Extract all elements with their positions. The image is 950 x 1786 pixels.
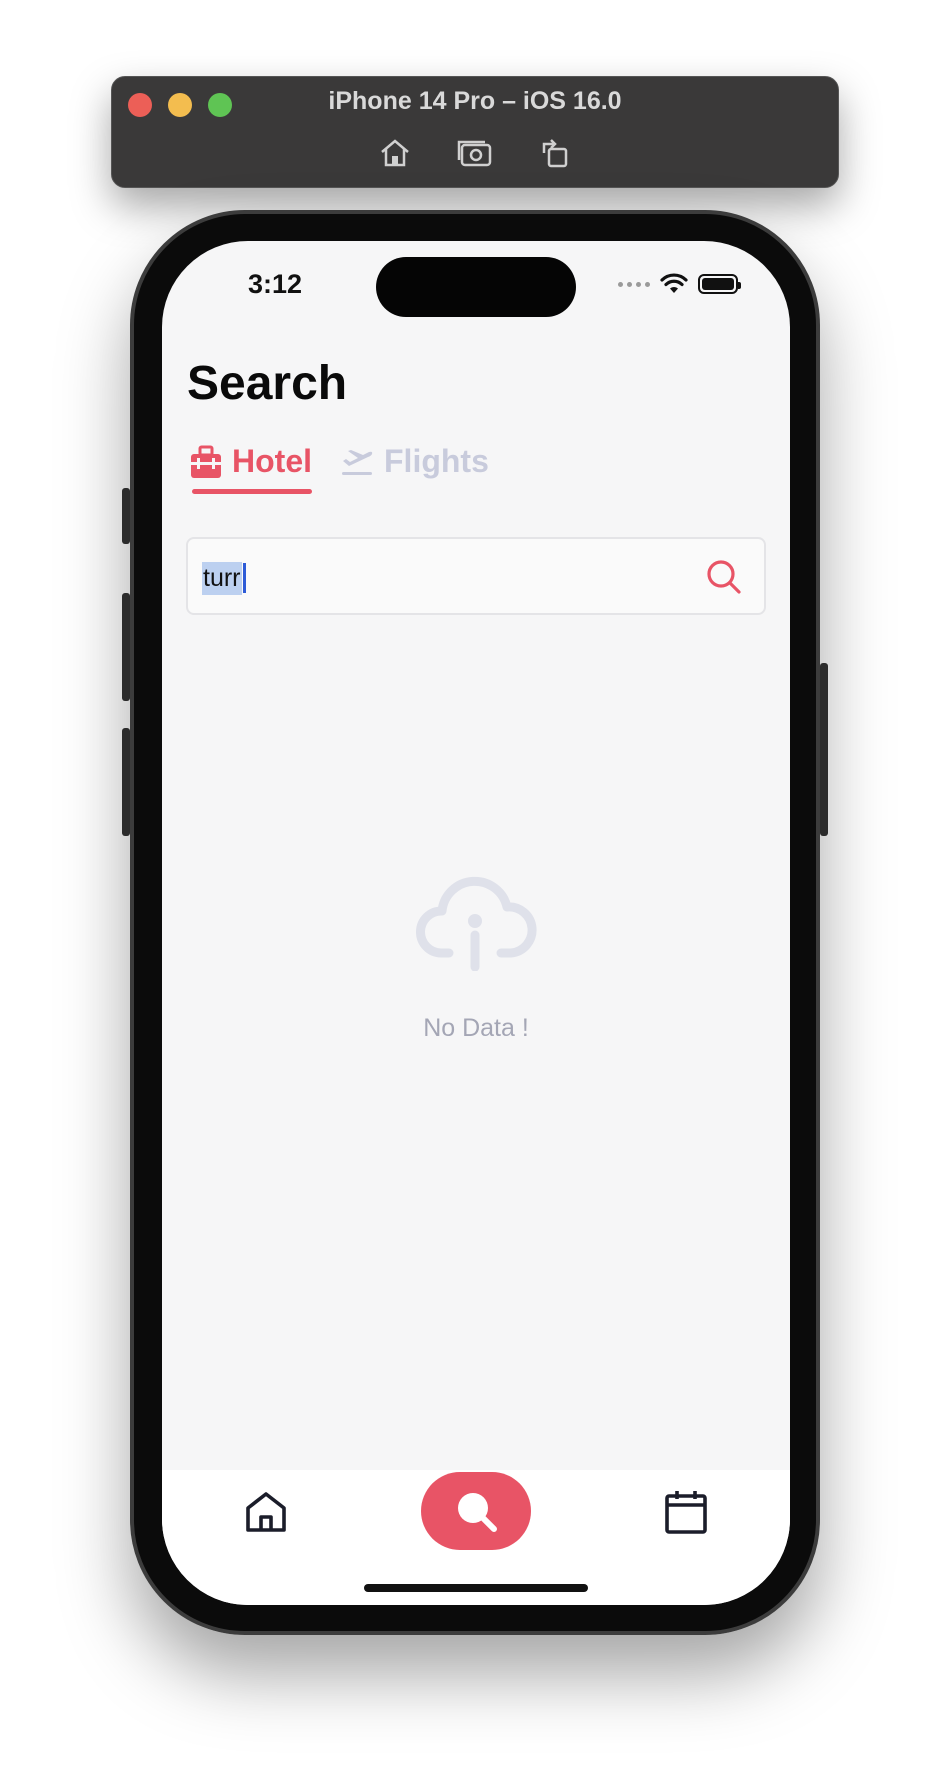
search-input-value: turr [202, 561, 242, 595]
sim-screenshot-icon[interactable] [457, 135, 493, 171]
signal-dots-icon [618, 281, 650, 287]
tab-hotel[interactable]: Hotel [190, 443, 312, 494]
power-button [820, 663, 828, 836]
status-time: 3:12 [248, 269, 303, 299]
home-indicator [364, 1584, 588, 1592]
mute-switch [122, 488, 130, 544]
tab-hotel-label: Hotel [232, 443, 312, 479]
phone-screen: 3:12 Search Hotel Flights turr No Data ! [162, 241, 790, 1605]
flight-departure-icon [342, 449, 373, 475]
nav-search-button[interactable] [421, 1472, 531, 1550]
tab-flights[interactable]: Flights [340, 443, 489, 494]
status-indicators [618, 273, 741, 295]
search-input[interactable]: turr [202, 559, 246, 597]
cloud-info-icon [416, 876, 537, 972]
tab-flights-label: Flights [384, 443, 489, 479]
sim-home-icon[interactable] [377, 135, 413, 171]
search-icon [458, 1493, 497, 1532]
simulator-toolbar: iPhone 14 Pro – iOS 16.0 [111, 76, 839, 188]
empty-state-message: No Data ! [423, 1014, 529, 1042]
dynamic-island [376, 257, 576, 317]
text-caret [242, 563, 246, 593]
empty-state: No Data ! [162, 875, 790, 1043]
hotel-icon [191, 445, 221, 478]
search-icon[interactable] [704, 557, 744, 597]
battery-icon [698, 274, 741, 294]
search-type-tabs: Hotel Flights [190, 443, 489, 494]
wifi-icon [660, 273, 688, 293]
volume-up-button [122, 593, 130, 701]
simulator-title: iPhone 14 Pro – iOS 16.0 [328, 87, 622, 115]
sim-rotate-icon[interactable] [537, 135, 573, 171]
bottom-tab-bar [162, 1470, 790, 1605]
calendar-icon [665, 1491, 707, 1534]
home-icon [246, 1492, 286, 1532]
nav-home-button[interactable] [240, 1486, 292, 1538]
search-field[interactable]: turr [186, 537, 766, 615]
page-title: Search [187, 357, 348, 410]
nav-calendar-button[interactable] [660, 1486, 712, 1538]
volume-down-button [122, 728, 130, 836]
